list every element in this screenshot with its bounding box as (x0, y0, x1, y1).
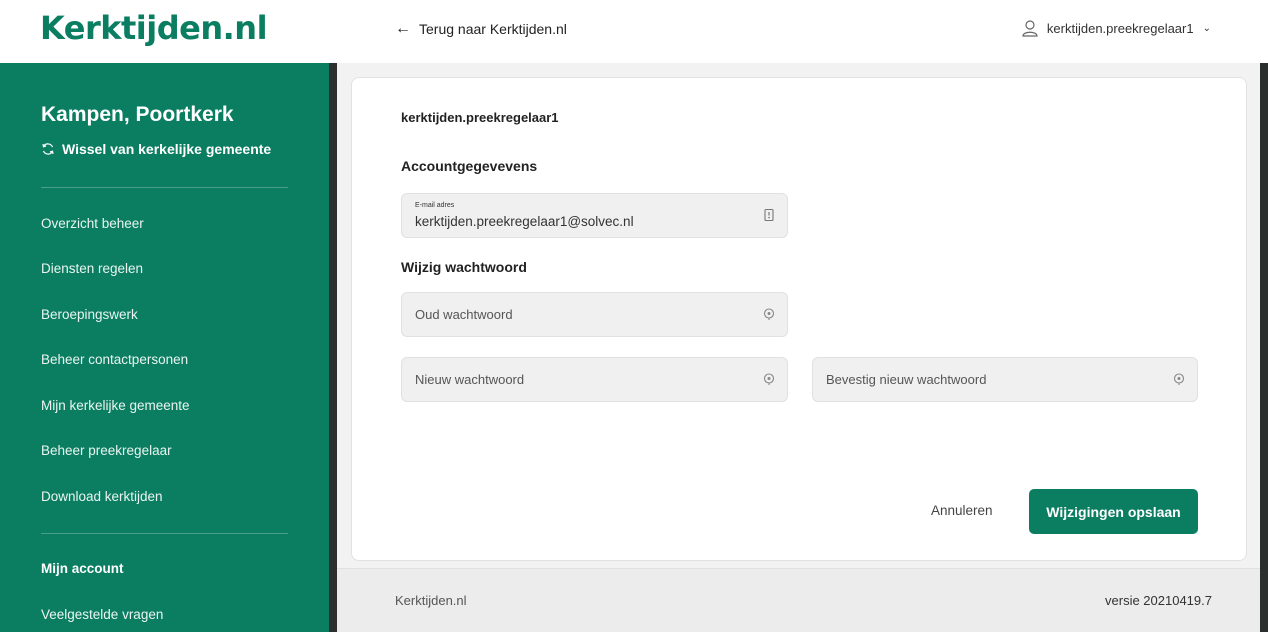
save-changes-button[interactable]: Wijzigingen opslaan (1029, 489, 1198, 534)
email-field-label: E-mail adres (415, 202, 455, 209)
cancel-button[interactable]: Annuleren (931, 503, 993, 518)
eye-icon[interactable] (1172, 372, 1186, 386)
sidebar-item-beroepingswerk[interactable]: Beroepingswerk (41, 307, 138, 322)
new-password-placeholder: Nieuw wachtwoord (415, 372, 525, 387)
arrow-left-icon: ← (395, 20, 411, 37)
sidebar-item-beheer-preekregelaar[interactable]: Beheer preekregelaar (41, 443, 172, 458)
footer: Kerktijden.nl versie 20210419.7 (337, 568, 1260, 632)
sidebar-item-beheer-contactpersonen[interactable]: Beheer contactpersonen (41, 352, 188, 367)
chevron-down-icon: ⌄ (1202, 22, 1211, 34)
email-field[interactable]: E-mail adres kerktijden.preekregelaar1@s… (401, 193, 788, 238)
account-card: kerktijden.preekregelaar1 Accountgegevev… (351, 77, 1247, 561)
account-username: kerktijden.preekregelaar1 (401, 110, 559, 125)
logo[interactable]: Kerktijden.nl (40, 9, 268, 47)
sidebar-divider (41, 533, 288, 534)
sidebar-divider (41, 187, 288, 188)
email-field-value: kerktijden.preekregelaar1@solvec.nl (415, 214, 634, 229)
user-icon (1021, 19, 1039, 37)
switch-congregation-label: Wissel van kerkelijke gemeente (62, 141, 272, 157)
footer-version: versie 20210419.7 (1105, 593, 1212, 608)
sidebar-item-veelgestelde-vragen[interactable]: Veelgestelde vragen (41, 607, 163, 622)
eye-icon[interactable] (762, 307, 776, 321)
sidebar-item-diensten-regelen[interactable]: Diensten regelen (41, 261, 143, 276)
top-bar: Kerktijden.nl ← Terug naar Kerktijden.nl… (0, 0, 1268, 63)
church-name: Kampen, Poortkerk (41, 103, 234, 126)
id-card-icon (762, 208, 776, 222)
switch-congregation-link[interactable]: Wissel van kerkelijke gemeente (41, 141, 271, 157)
back-link-label: Terug naar Kerktijden.nl (419, 21, 567, 37)
sidebar-item-mijn-kerkelijke-gemeente[interactable]: Mijn kerkelijke gemeente (41, 398, 190, 413)
refresh-icon (41, 142, 55, 156)
sidebar: Kampen, Poortkerk Wissel van kerkelijke … (0, 63, 330, 632)
section-title-password: Wijzig wachtwoord (401, 259, 527, 275)
old-password-field[interactable]: Oud wachtwoord (401, 292, 788, 337)
eye-icon[interactable] (762, 372, 776, 386)
sidebar-item-mijn-account[interactable]: Mijn account (41, 561, 124, 576)
sidebar-edge (329, 63, 337, 632)
sidebar-item-download-kerktijden[interactable]: Download kerktijden (41, 489, 163, 504)
new-password-field[interactable]: Nieuw wachtwoord (401, 357, 788, 402)
user-menu[interactable]: kerktijden.preekregelaar1 ⌄ (1021, 19, 1211, 37)
right-edge (1260, 63, 1268, 632)
old-password-placeholder: Oud wachtwoord (415, 307, 513, 322)
user-name-label: kerktijden.preekregelaar1 (1046, 20, 1194, 36)
sidebar-item-overzicht-beheer[interactable]: Overzicht beheer (41, 216, 144, 231)
back-to-site-link[interactable]: ← Terug naar Kerktijden.nl (395, 20, 567, 38)
footer-site-name: Kerktijden.nl (395, 593, 467, 608)
section-title-account: Accountgegevevens (401, 158, 538, 174)
confirm-password-placeholder: Bevestig nieuw wachtwoord (826, 372, 987, 387)
confirm-password-field[interactable]: Bevestig nieuw wachtwoord (812, 357, 1198, 402)
